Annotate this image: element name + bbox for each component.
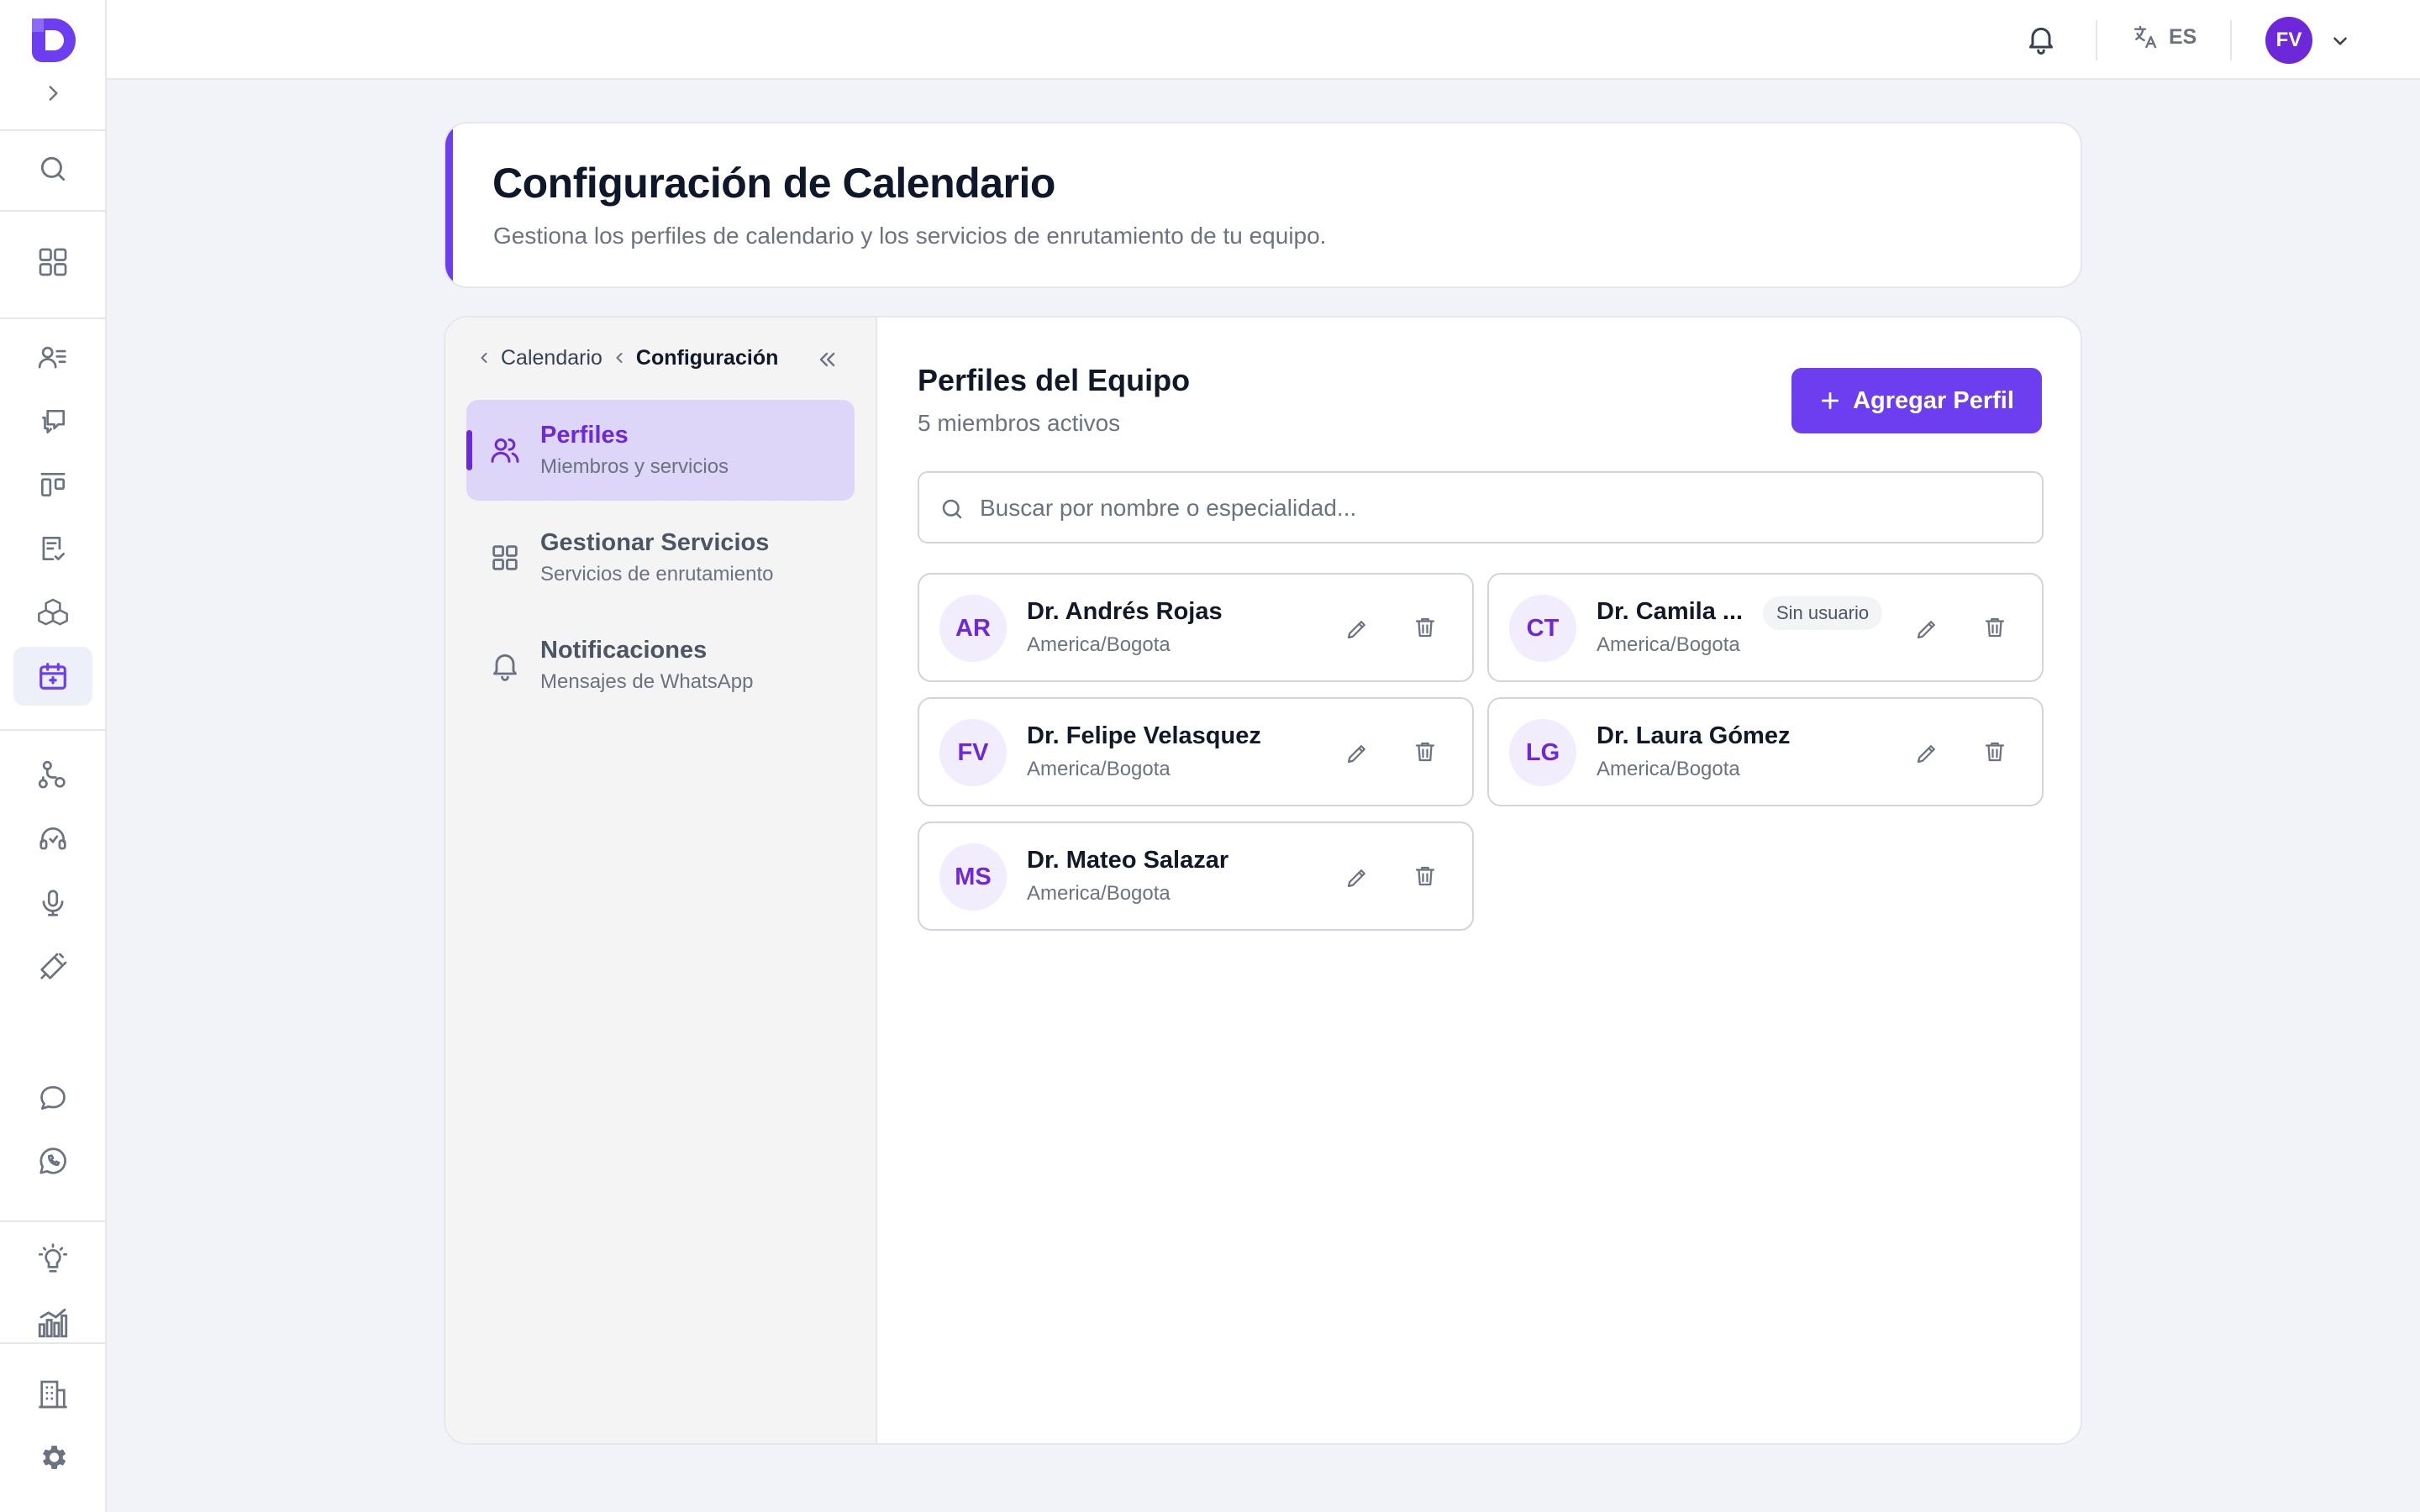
search-input[interactable] [980, 485, 2022, 532]
page-subtitle: Gestiona los perfiles de calendario y lo… [493, 223, 1327, 249]
users-icon [488, 433, 522, 467]
settings-gear-icon[interactable] [13, 1428, 92, 1487]
subnav-item-notifications[interactable]: Notificaciones Mensajes de WhatsApp [466, 615, 855, 716]
megaphone-icon[interactable] [13, 937, 92, 996]
expand-sidebar-icon[interactable] [42, 82, 64, 104]
contacts-icon[interactable] [13, 328, 92, 387]
tasks-icon[interactable] [13, 519, 92, 578]
header-accent-bar [445, 123, 453, 286]
page-header-card: Configuración de Calendario Gestiona los… [444, 122, 2082, 288]
subnav-item-subtitle: Servicios de enrutamiento [540, 563, 774, 585]
edit-pencil-icon[interactable] [1344, 865, 1370, 890]
profile-avatar: LG [1509, 719, 1576, 786]
delete-trash-icon[interactable] [1413, 615, 1438, 640]
edit-pencil-icon[interactable] [1344, 741, 1370, 766]
subnav-item-profiles[interactable]: Perfiles Miembros y servicios [466, 400, 855, 501]
language-label: ES [2169, 24, 2197, 49]
subnav-item-services[interactable]: Gestionar Servicios Servicios de enrutam… [466, 507, 855, 608]
subnav-item-title: Notificaciones [540, 637, 708, 664]
dashboard-grid-icon[interactable] [13, 233, 92, 291]
profile-avatar: FV [939, 719, 1007, 786]
calendar-icon[interactable] [13, 647, 92, 706]
language-selector[interactable]: ES [2132, 24, 2196, 50]
microphone-icon[interactable] [13, 874, 92, 932]
support-agent-icon[interactable] [13, 810, 92, 869]
company-building-icon[interactable] [13, 1365, 92, 1424]
page-title: Configuración de Calendario [492, 160, 1055, 207]
subnav-item-subtitle: Miembros y servicios [540, 455, 729, 478]
plus-icon [1822, 391, 1839, 410]
chevron-left-icon [616, 353, 623, 363]
profile-timezone: America/Bogota [1027, 758, 1171, 780]
bell-icon [488, 648, 522, 682]
automation-icon[interactable] [13, 746, 92, 805]
collapse-subnav-icon[interactable] [815, 348, 839, 371]
profile-avatar: MS [939, 843, 1007, 911]
section-title: Perfiles del Equipo [918, 363, 1191, 397]
edit-pencil-icon[interactable] [1914, 741, 1939, 766]
app-logo-icon[interactable] [29, 15, 79, 66]
translate-icon [2133, 25, 2157, 49]
profile-card[interactable]: CT Dr. Camila ... Sin usuario America/Bo… [1487, 573, 2044, 682]
breadcrumb: Calendario Configuración [476, 341, 778, 375]
profile-search [918, 471, 2044, 543]
profile-timezone: America/Bogota [1027, 633, 1171, 656]
chevron-left-icon [481, 353, 487, 363]
app-rail [0, 0, 107, 1512]
profile-name: Dr. Camila ... [1597, 598, 1744, 625]
add-profile-label: Agregar Perfil [1853, 386, 2014, 414]
profile-timezone: America/Bogota [1597, 758, 1740, 780]
chevron-down-icon[interactable] [2329, 30, 2351, 52]
user-avatar[interactable]: FV [2265, 17, 2312, 64]
profile-avatar: CT [1509, 595, 1576, 662]
edit-pencil-icon[interactable] [1344, 617, 1370, 642]
whatsapp-icon[interactable] [13, 1131, 92, 1190]
delete-trash-icon[interactable] [1413, 739, 1438, 764]
settings-panel: Calendario Configuración Perfiles Miembr… [444, 316, 2082, 1445]
search-icon[interactable] [13, 139, 92, 198]
top-bar [107, 0, 2420, 80]
members-count: 5 miembros activos [918, 410, 1121, 436]
no-user-badge: Sin usuario [1763, 596, 1883, 630]
lightbulb-icon[interactable] [13, 1231, 92, 1289]
profile-name: Dr. Laura Gómez [1597, 722, 1791, 749]
subnav-item-title: Perfiles [540, 422, 629, 449]
breadcrumb-parent[interactable]: Calendario [501, 346, 602, 370]
products-boxes-icon[interactable] [13, 583, 92, 642]
subnav-item-subtitle: Mensajes de WhatsApp [540, 670, 754, 693]
breadcrumb-current: Configuración [635, 345, 779, 370]
profile-card[interactable]: MS Dr. Mateo Salazar America/Bogota [918, 822, 1474, 931]
search-icon [939, 496, 965, 522]
chat-bubble-icon[interactable] [13, 1068, 92, 1127]
profile-timezone: America/Bogota [1597, 633, 1740, 656]
grid-icon [488, 541, 522, 575]
conversations-icon[interactable] [13, 392, 92, 451]
profiles-content: Perfiles del Equipo 5 miembros activos A… [877, 318, 2081, 1443]
profile-name: Dr. Felipe Velasquez [1027, 722, 1261, 749]
profile-timezone: America/Bogota [1027, 882, 1171, 905]
profile-card[interactable]: FV Dr. Felipe Velasquez America/Bogota [918, 697, 1474, 806]
settings-subnav: Calendario Configuración Perfiles Miembr… [445, 318, 877, 1443]
profile-avatar: AR [939, 595, 1007, 662]
profile-name: Dr. Mateo Salazar [1027, 847, 1229, 874]
delete-trash-icon[interactable] [1982, 739, 2007, 764]
profile-name: Dr. Andrés Rojas [1027, 598, 1223, 625]
subnav-item-title: Gestionar Servicios [540, 529, 770, 556]
add-profile-button[interactable]: Agregar Perfil [1791, 368, 2042, 433]
notifications-bell-icon[interactable] [2024, 22, 2058, 55]
delete-trash-icon[interactable] [1982, 615, 2007, 640]
delete-trash-icon[interactable] [1413, 864, 1438, 889]
edit-pencil-icon[interactable] [1914, 617, 1939, 642]
profile-card[interactable]: LG Dr. Laura Gómez America/Bogota [1487, 697, 2044, 806]
profile-card[interactable]: AR Dr. Andrés Rojas America/Bogota [918, 573, 1474, 682]
pipeline-icon[interactable] [13, 455, 92, 514]
